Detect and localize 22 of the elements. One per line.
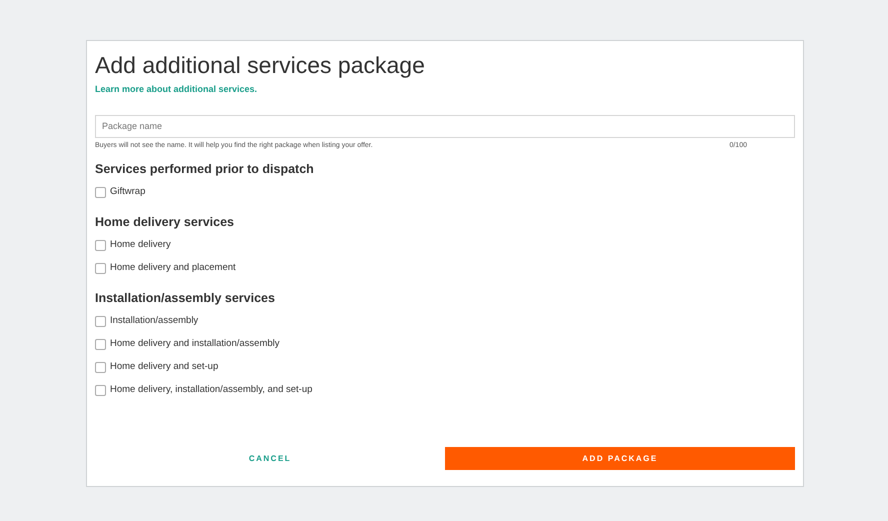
option-label: Home delivery and placement <box>110 261 236 276</box>
checkbox[interactable] <box>95 263 106 274</box>
option-label: Giftwrap <box>110 185 146 200</box>
cancel-button[interactable]: CANCEL <box>95 447 445 470</box>
learn-more-link[interactable]: Learn more about additional services. <box>95 83 258 96</box>
section-heading: Services performed prior to dispatch <box>95 161 314 177</box>
checkbox[interactable] <box>95 187 106 198</box>
checkbox[interactable] <box>95 240 106 251</box>
option-label: Home delivery and set-up <box>110 360 218 374</box>
option-label: Home delivery, installation/assembly, and set-up <box>110 383 312 398</box>
option-label: Installation/assembly <box>110 314 198 328</box>
option-label: Home delivery <box>110 238 171 252</box>
section-heading: Installation/assembly services <box>95 290 275 306</box>
checkbox[interactable] <box>95 385 106 396</box>
package-name-field[interactable]: Package name <box>95 114 795 138</box>
option-label: Home delivery and installation/assembly <box>110 337 280 352</box>
add-package-button[interactable]: ADD PACKAGE <box>445 447 795 470</box>
checkbox[interactable] <box>95 339 106 350</box>
checkbox[interactable] <box>95 362 106 373</box>
checkbox[interactable] <box>95 316 106 327</box>
section-heading: Home delivery services <box>95 214 234 230</box>
dialog-title: Add additional services package <box>95 51 425 79</box>
